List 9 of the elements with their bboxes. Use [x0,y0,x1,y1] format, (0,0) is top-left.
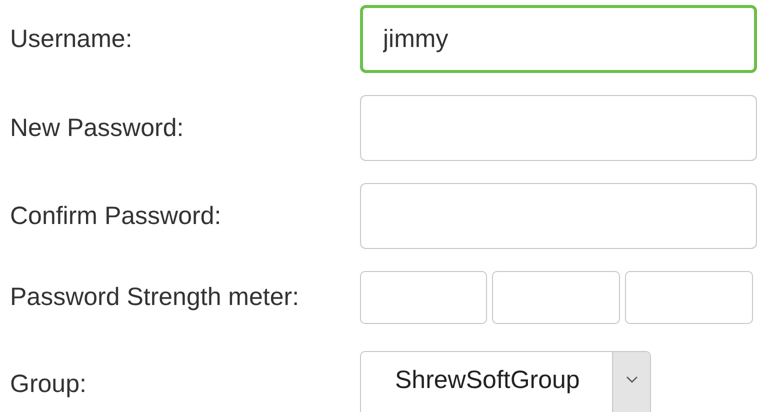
field-label: Password Strength meter: [9,283,300,312]
input-field[interactable] [360,95,757,161]
field-label: New Password: [9,114,185,142]
field-label: Group: [9,370,88,398]
field-label: Username: [9,24,134,54]
group-dropdown[interactable]: ShrewSoftGroup [360,351,651,412]
input-field[interactable] [360,183,757,249]
field-label: Confirm Password: [9,202,222,230]
caret-icon [626,376,638,384]
